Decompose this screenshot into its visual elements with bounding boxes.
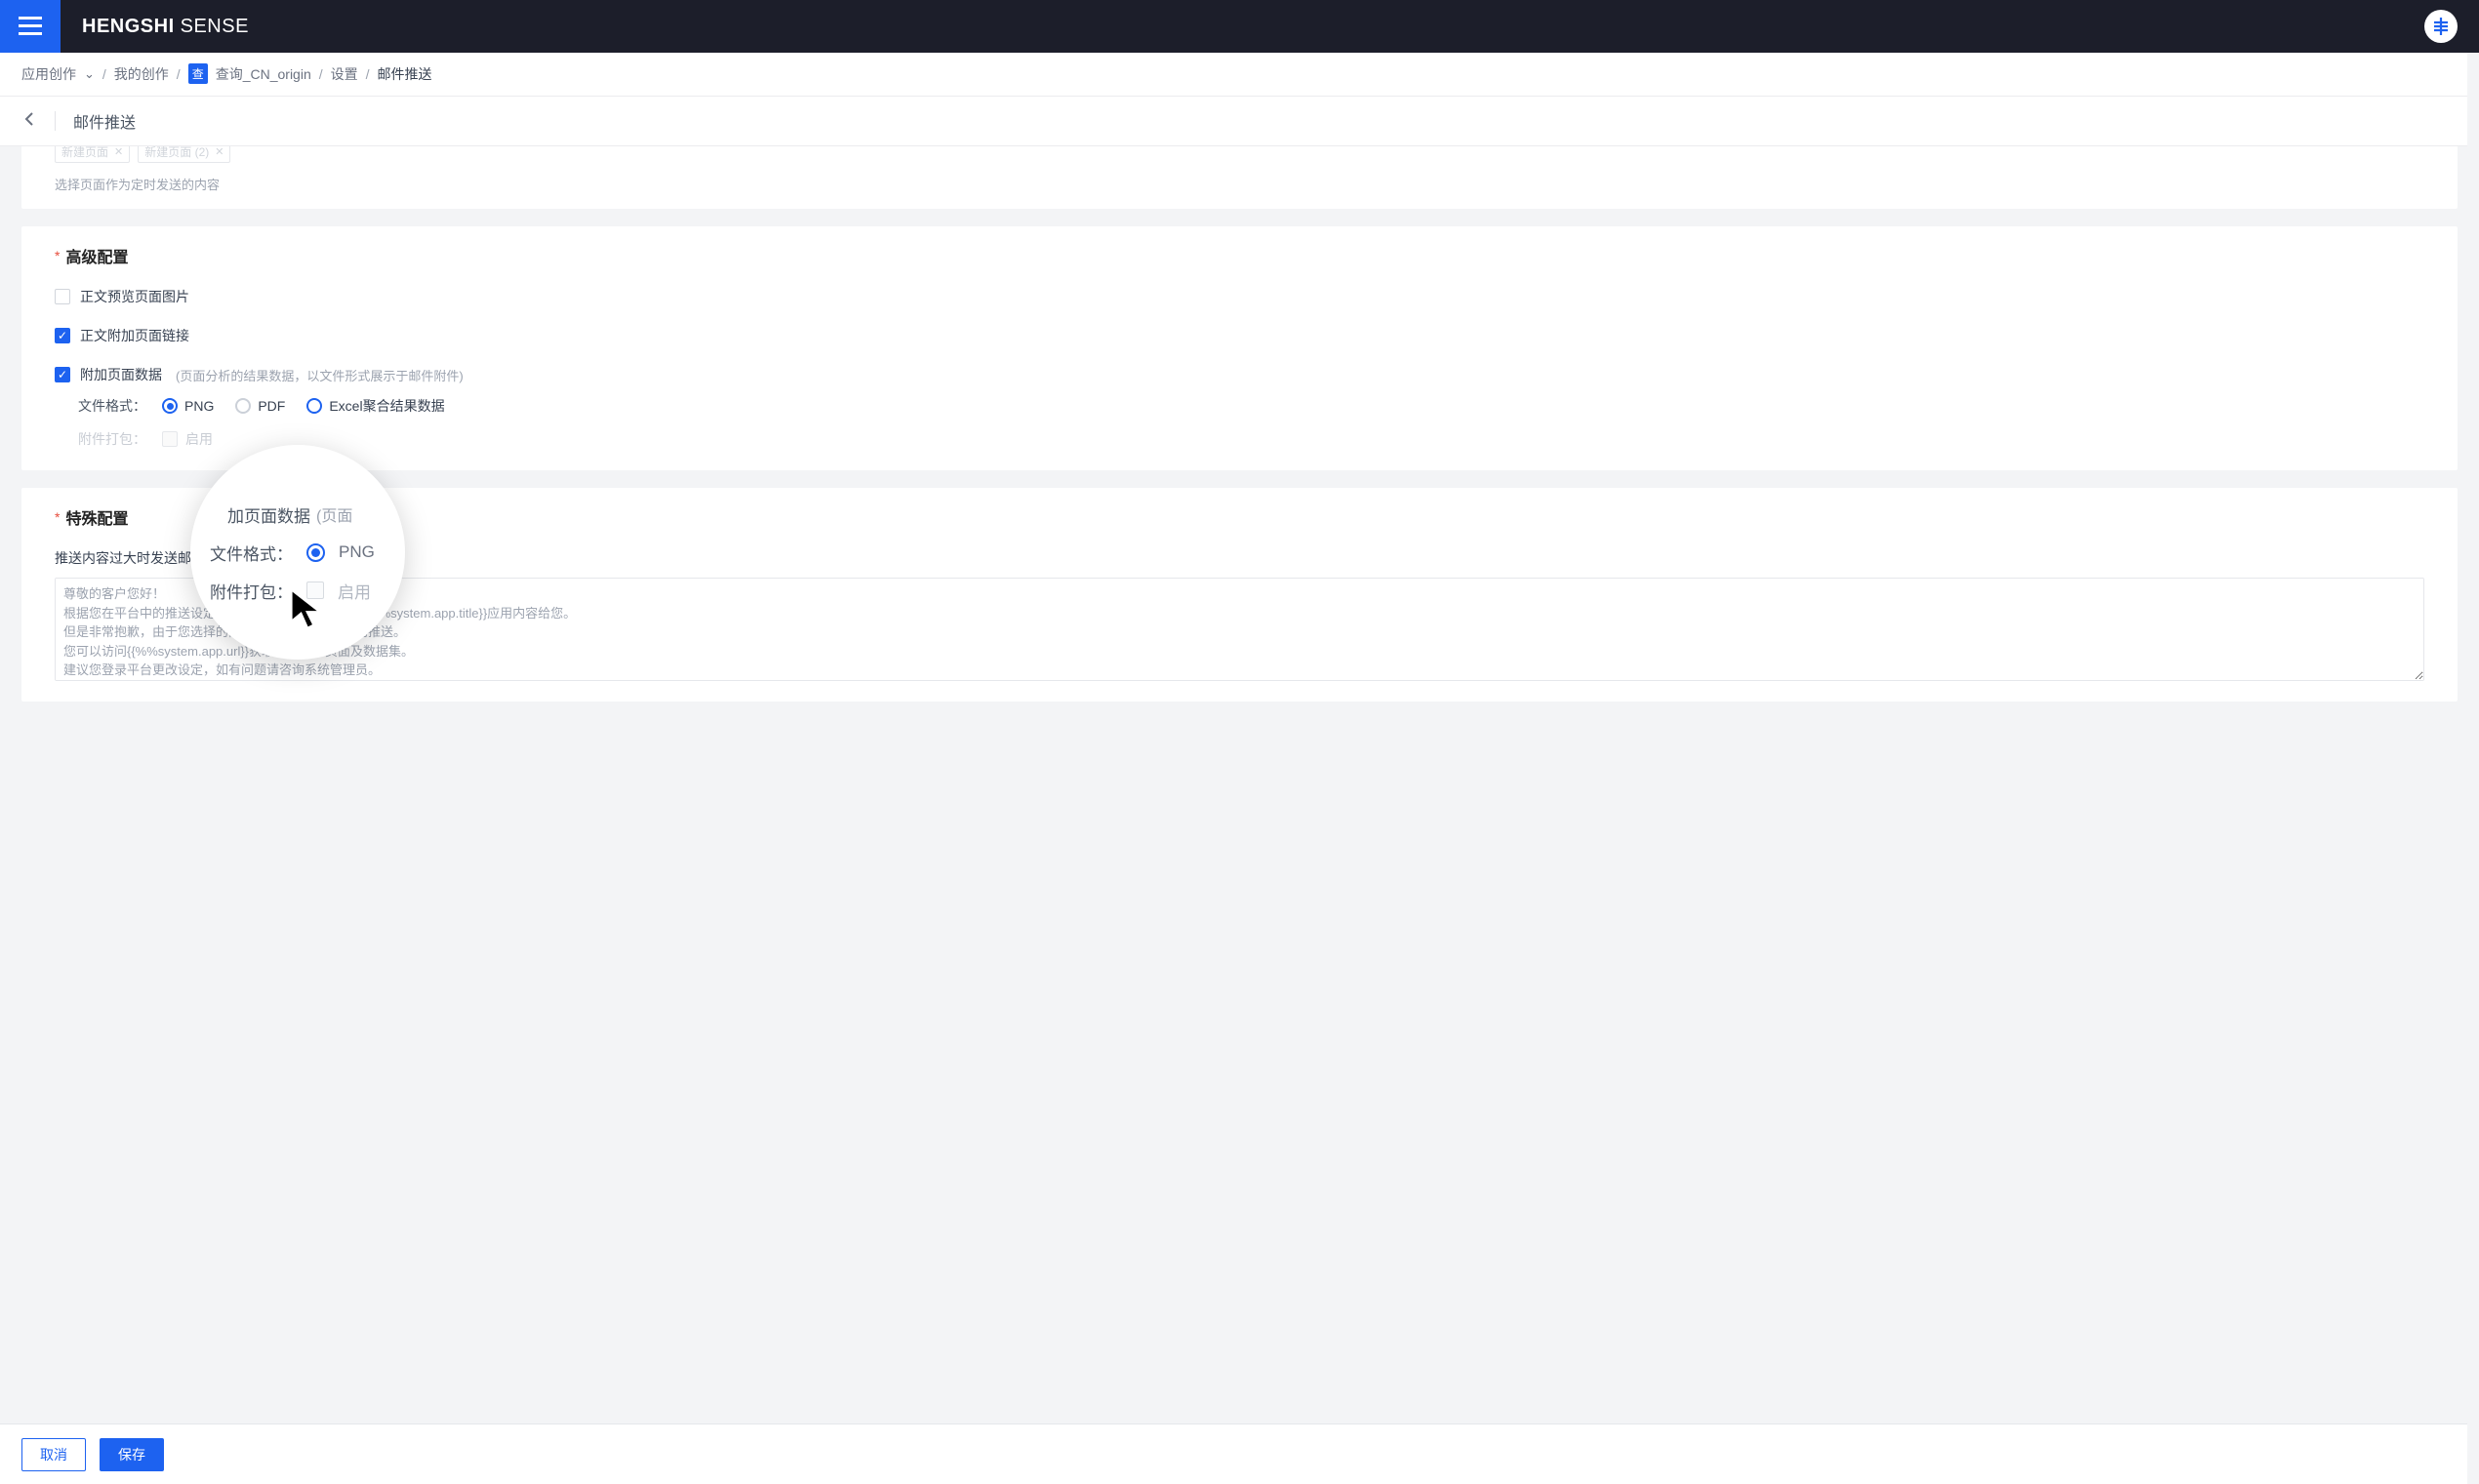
avatar[interactable] [2424,10,2458,43]
avatar-icon [2429,15,2453,38]
special-config-card: * 特殊配置 推送内容过大时发送邮件 [21,488,2458,702]
content-select-card: 新建页面 ✕ 新建页面 (2) ✕ 选择页面作为定时发送的内容 [21,146,2458,209]
divider [55,111,56,131]
required-star-icon: * [55,509,60,525]
cancel-button[interactable]: 取消 [21,1438,86,1471]
brand-bold: HENGSHI [82,16,175,38]
close-icon[interactable]: ✕ [215,146,224,158]
breadcrumb-separator: / [319,66,323,82]
format-excel-radio[interactable]: Excel聚合结果数据 [306,396,444,416]
attach-link-checkbox[interactable] [55,328,70,343]
file-format-radio-group: PNG PDF Excel聚合结果数据 [162,396,445,416]
pack-enable-label: 启用 [185,429,213,449]
required-star-icon: * [55,248,60,263]
attach-data-hint: (页面分析的结果数据，以文件形式展示于邮件附件) [176,366,464,384]
file-format-label: 文件格式： [78,396,148,416]
breadcrumb-mine[interactable]: 我的创作 [114,64,169,84]
breadcrumb-current: 邮件推送 [378,64,432,84]
section-title: 特殊配置 [65,505,128,529]
breadcrumb-separator: / [366,66,370,82]
breadcrumb-separator: / [102,66,106,82]
tag-label: 新建页面 [61,146,108,160]
selected-pages-tags: 新建页面 ✕ 新建页面 (2) ✕ [55,146,2424,163]
topbar: HENGSHI SENSE [0,0,2479,53]
hamburger-icon [19,17,42,36]
chevron-down-icon[interactable]: ⌄ [84,66,95,82]
attach-data-checkbox[interactable] [55,367,70,382]
oversize-mail-textarea[interactable] [55,578,2424,681]
pack-label: 附件打包： [78,429,148,449]
preview-image-label: 正文预览页面图片 [80,287,189,306]
page-title: 邮件推送 [73,109,136,133]
breadcrumb-app[interactable]: 应用创作 [21,64,76,84]
selected-page-tag[interactable]: 新建页面 (2) ✕ [138,146,230,163]
scrollbar-track[interactable] [2467,53,2479,1484]
main-scroll-area[interactable]: 新建页面 ✕ 新建页面 (2) ✕ 选择页面作为定时发送的内容 * 高级配置 正… [0,146,2479,1424]
oversize-mail-label: 推送内容过大时发送邮件 [55,548,2424,568]
tag-label: 新建页面 (2) [144,146,209,160]
back-button[interactable] [21,107,37,136]
radio-dot-icon [235,398,251,414]
radio-dot-icon [162,398,178,414]
chevron-left-icon [23,111,35,127]
brand: HENGSHI SENSE [82,16,249,38]
radio-dot-icon [306,398,322,414]
advanced-config-card: * 高级配置 正文预览页面图片 正文附加页面链接 附加页面数据 (页面分析的结果… [21,226,2458,470]
preview-image-checkbox[interactable] [55,289,70,304]
selected-page-tag[interactable]: 新建页面 ✕ [55,146,130,163]
breadcrumb: 应用创作 ⌄ / 我的创作 / 查 查询_CN_origin / 设置 / 邮件… [0,53,2479,96]
attach-data-label: 附加页面数据 [80,365,162,384]
helper-text: 选择页面作为定时发送的内容 [55,175,2424,193]
format-png-radio[interactable]: PNG [162,398,214,414]
breadcrumb-chip-icon: 查 [188,63,208,84]
breadcrumb-doc[interactable]: 查询_CN_origin [216,64,311,84]
page-title-bar: 邮件推送 [0,96,2479,146]
pack-enable-checkbox[interactable] [162,431,178,447]
attach-link-label: 正文附加页面链接 [80,326,189,345]
radio-label: PDF [258,398,285,414]
close-icon[interactable]: ✕ [114,146,123,158]
breadcrumb-settings[interactable]: 设置 [331,64,358,84]
save-button[interactable]: 保存 [100,1438,164,1471]
radio-label: PNG [184,398,214,414]
radio-label: Excel聚合结果数据 [329,396,444,416]
format-pdf-radio[interactable]: PDF [235,398,285,414]
menu-button[interactable] [0,0,61,53]
brand-light: SENSE [181,16,249,38]
footer: 取消 保存 [0,1424,2479,1484]
breadcrumb-separator: / [177,66,181,82]
section-title: 高级配置 [65,244,128,267]
